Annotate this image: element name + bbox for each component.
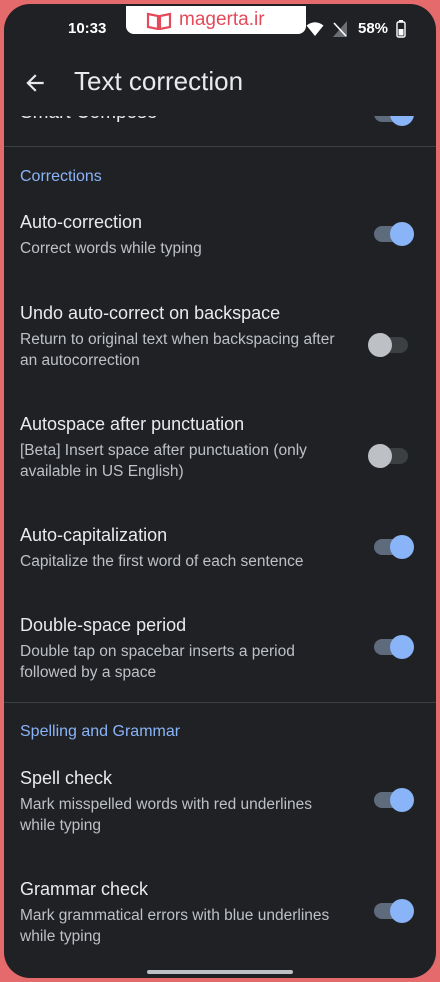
grammar-check-toggle[interactable] — [374, 899, 414, 923]
toggle-thumb — [368, 444, 392, 468]
undo-autocorrect-title: Undo auto-correct on backspace — [20, 303, 281, 323]
double-space-period-subtitle: Double tap on spacebar inserts a period … — [20, 643, 295, 681]
autospace-toggle[interactable] — [368, 444, 408, 468]
toggle-thumb — [390, 116, 414, 126]
spell-check-title: Spell check — [20, 768, 113, 788]
autospace-row[interactable]: Autospace after punctuation [Beta] Inser… — [4, 414, 436, 494]
undo-autocorrect-row[interactable]: Undo auto-correct on backspace Return to… — [4, 303, 436, 383]
status-icons: 58% — [306, 19, 406, 39]
wifi-icon — [306, 22, 324, 36]
grammar-check-row[interactable]: Grammar check Mark grammatical errors wi… — [4, 879, 436, 956]
toggle-thumb — [390, 788, 414, 812]
double-space-period-row[interactable]: Double-space period Double tap on spaceb… — [4, 615, 436, 695]
app-bar: Text correction — [4, 52, 436, 116]
undo-autocorrect-toggle[interactable] — [368, 333, 408, 357]
status-time: 10:33 — [68, 20, 107, 37]
spell-check-subtitle: Mark misspelled words with red underline… — [20, 796, 313, 834]
divider — [4, 146, 436, 147]
book-icon — [146, 12, 172, 30]
grammar-check-title: Grammar check — [20, 879, 149, 899]
toggle-thumb — [368, 333, 392, 357]
spell-check-row[interactable]: Spell check Mark misspelled words with r… — [4, 768, 436, 848]
phone-screen: 10:33 magerta.ir 58% Text correction Cor… — [4, 4, 436, 978]
toggle-thumb — [390, 899, 414, 923]
double-space-period-title: Double-space period — [20, 615, 187, 635]
page-title: Text correction — [74, 66, 244, 96]
smart-compose-label: Smart Compose — [20, 116, 157, 124]
smart-compose-row[interactable]: Smart Compose — [4, 116, 436, 138]
battery-percent: 58% — [358, 20, 389, 37]
auto-capitalization-subtitle: Capitalize the first word of each senten… — [20, 553, 304, 570]
watermark-text: magerta.ir — [179, 9, 265, 30]
undo-autocorrect-subtitle: Return to original text when backspacing… — [20, 331, 335, 369]
watermark-logo: magerta.ir — [126, 6, 306, 34]
section-header-spelling-grammar: Spelling and Grammar — [20, 723, 181, 740]
arrow-back-icon[interactable] — [22, 70, 48, 96]
battery-icon — [396, 20, 406, 38]
gesture-nav-handle[interactable] — [147, 970, 293, 974]
auto-correction-row[interactable]: Auto-correction Correct words while typi… — [4, 212, 436, 272]
grammar-check-subtitle: Mark grammatical errors with blue underl… — [20, 907, 330, 945]
double-space-period-toggle[interactable] — [374, 635, 414, 659]
auto-capitalization-row[interactable]: Auto-capitalization Capitalize the first… — [4, 525, 436, 585]
section-header-corrections: Corrections — [20, 168, 102, 185]
autospace-subtitle: [Beta] Insert space after punctuation (o… — [20, 442, 307, 480]
no-signal-icon — [333, 21, 347, 37]
auto-correction-subtitle: Correct words while typing — [20, 240, 202, 257]
auto-capitalization-title: Auto-capitalization — [20, 525, 168, 545]
auto-capitalization-toggle[interactable] — [374, 535, 414, 559]
settings-list[interactable]: Smart Compose Corrections Auto-correctio… — [4, 116, 436, 956]
toggle-thumb — [390, 535, 414, 559]
spell-check-toggle[interactable] — [374, 788, 414, 812]
toggle-thumb — [390, 635, 414, 659]
divider — [4, 702, 436, 703]
autospace-title: Autospace after punctuation — [20, 414, 245, 434]
toggle-thumb — [390, 222, 414, 246]
auto-correction-title: Auto-correction — [20, 212, 143, 232]
status-bar: 10:33 magerta.ir 58% — [4, 4, 436, 52]
smart-compose-toggle[interactable] — [374, 116, 414, 126]
auto-correction-toggle[interactable] — [374, 222, 414, 246]
